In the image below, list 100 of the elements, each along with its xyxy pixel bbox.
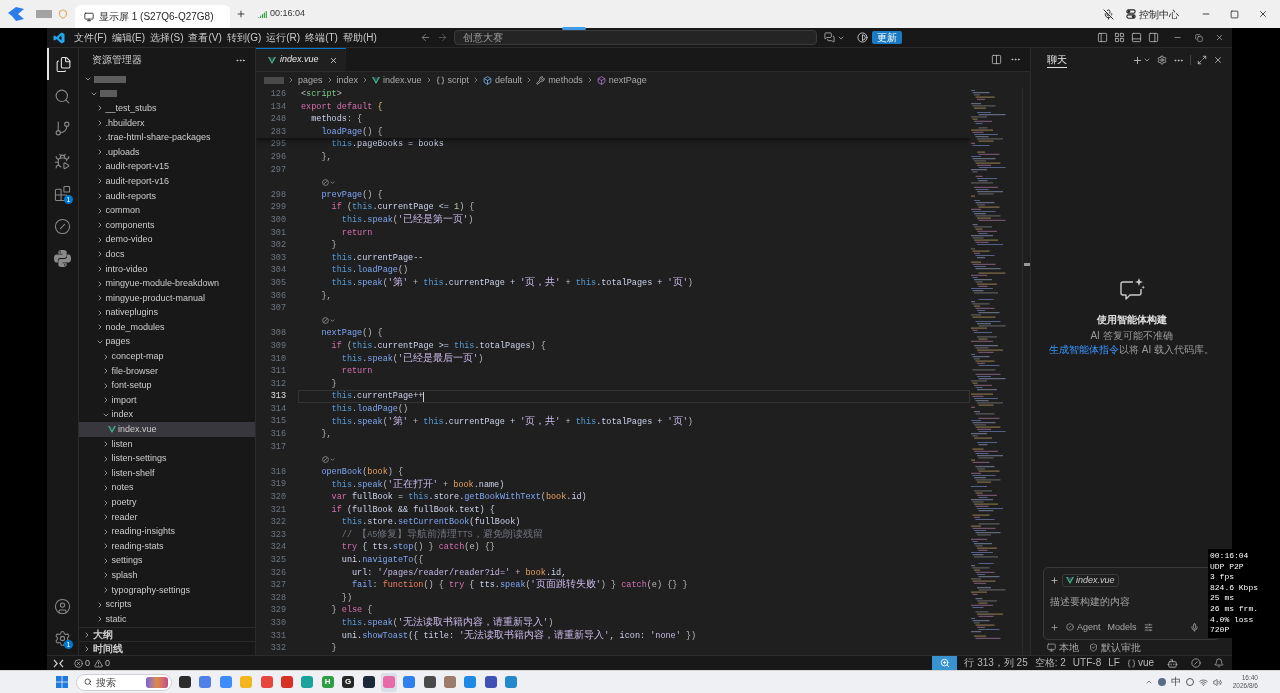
breadcrumb-item[interactable]: pages <box>298 75 323 85</box>
local-mode-button[interactable]: 本地 <box>1047 642 1079 653</box>
split-editor-icon[interactable] <box>991 54 1002 65</box>
approval-button[interactable]: 默认审批 <box>1089 642 1141 653</box>
chevron-up-icon[interactable] <box>1144 678 1153 686</box>
app-logo-icon[interactable] <box>8 7 24 21</box>
language-mode-button[interactable]: vue <box>1126 658 1154 668</box>
folder-item[interactable]: node_modules <box>79 320 255 335</box>
problems-button[interactable]: 0 0 <box>74 658 111 668</box>
breadcrumb-item[interactable]: index <box>336 75 359 85</box>
bell-icon[interactable] <box>1214 658 1224 668</box>
status-item[interactable]: 行 313，列 25 <box>964 658 1028 668</box>
plus-icon[interactable] <box>236 9 246 19</box>
folder-item[interactable]: concept-map <box>79 349 255 364</box>
folder-item[interactable]: intro-video <box>79 261 255 277</box>
folder-item[interactable]: index <box>79 407 255 423</box>
breadcrumb-item[interactable]: nextPage <box>596 75 647 85</box>
editor-tab[interactable]: index.vue <box>256 48 346 71</box>
close-icon[interactable] <box>1258 9 1268 19</box>
folder-item[interactable]: mingyue-product-manual <box>79 290 255 306</box>
forward-arrow-icon[interactable] <box>437 32 448 43</box>
agent-mode-button[interactable]: Agent <box>1066 622 1101 632</box>
folder-item[interactable]: reader <box>79 509 255 525</box>
folder-item[interactable]: .trae-html-share-packages <box>79 130 255 145</box>
menu-item[interactable]: 选择(S) <box>149 32 185 43</box>
plus-icon[interactable] <box>1132 54 1143 66</box>
folder-item[interactable]: audit-report-v16 <box>79 174 255 189</box>
update-button[interactable]: 更新 <box>872 31 902 44</box>
close-icon[interactable] <box>1213 55 1223 65</box>
panel-right-icon[interactable] <box>1148 32 1159 43</box>
menu-item[interactable]: 帮助(H) <box>341 32 378 43</box>
input-method-indicator[interactable]: 中 <box>1170 677 1181 687</box>
folder-item[interactable]: scripts <box>79 597 255 612</box>
close-icon[interactable] <box>1215 33 1224 42</box>
tray-app-icon[interactable] <box>1157 678 1166 686</box>
remote-tab[interactable]: 显示屏 1 (S27Q6-Q27G8) <box>75 5 230 28</box>
status-item[interactable]: UTF-8 <box>1072 658 1102 668</box>
folder-item[interactable]: font-setup <box>79 378 255 394</box>
attachment-chip[interactable]: index.vue <box>1062 573 1119 587</box>
breadcrumb-item[interactable]: default <box>483 75 523 85</box>
breadcrumb-item[interactable]: script <box>435 75 470 85</box>
status-item[interactable]: 空格: 2 <box>1034 658 1066 668</box>
codelens-icon[interactable] <box>322 317 336 325</box>
sliders-icon[interactable] <box>1143 622 1153 632</box>
contrast-icon[interactable] <box>857 32 868 43</box>
search-input[interactable]: 搜索 <box>96 674 120 690</box>
folder-item[interactable]: listen <box>79 436 255 452</box>
command-center[interactable]: 创意大赛 <box>454 30 817 45</box>
folder-item[interactable]: listen-shelf <box>79 466 255 481</box>
remote-icon[interactable] <box>53 658 64 668</box>
folder-item[interactable]: .hbuilderx <box>79 115 255 131</box>
restore-icon[interactable] <box>1195 33 1203 42</box>
menu-item[interactable]: 终端(T) <box>304 32 339 43</box>
folder-item[interactable]: typography-settings <box>79 582 255 598</box>
status-item[interactable]: LF <box>1108 658 1120 668</box>
control-center-button[interactable]: 控制中心 <box>1126 6 1179 22</box>
instructions-link[interactable]: 生成智能体指令 <box>1049 343 1119 355</box>
codelens-icon[interactable] <box>322 456 336 463</box>
panel-left-icon[interactable] <box>1097 32 1108 43</box>
folder-item[interactable]: poetry <box>79 495 255 510</box>
taskbar-app[interactable]: G <box>340 672 357 692</box>
file-item[interactable]: index.vue <box>79 422 255 437</box>
chat-icon[interactable] <box>824 32 835 43</box>
settings-icon[interactable] <box>1157 55 1167 65</box>
maximize-icon[interactable] <box>1197 55 1207 65</box>
folder-item[interactable]: audit-report-v15 <box>79 159 255 175</box>
folder-item[interactable]: .uploads <box>79 144 255 160</box>
folder-item[interactable]: components <box>79 217 255 233</box>
folder-item[interactable]: docs <box>79 247 255 262</box>
folder-item[interactable]: demo-video <box>79 232 255 248</box>
breadcrumb-item[interactable]: index.vue <box>372 75 422 85</box>
layout-grid-icon[interactable] <box>1114 32 1125 43</box>
folder-item[interactable]: nativeplugins <box>79 305 255 321</box>
menu-item[interactable]: 编辑(E) <box>110 32 147 43</box>
folder-item[interactable]: static <box>79 611 255 627</box>
toolbar-handle[interactable] <box>562 27 586 30</box>
speaker-icon[interactable] <box>1212 677 1222 687</box>
breadcrumb-item[interactable]: methods <box>536 75 583 85</box>
zoom-button[interactable] <box>932 656 958 670</box>
section-header[interactable]: 大纲 <box>79 627 255 641</box>
app-logo-icon[interactable] <box>53 31 65 44</box>
folder-item[interactable]: file-browser <box>79 363 255 379</box>
panel-bottom-icon[interactable] <box>1131 32 1142 43</box>
folder-item[interactable]: common <box>79 203 255 218</box>
mic-icon[interactable] <box>1190 622 1199 632</box>
codelens-icon[interactable] <box>322 178 336 186</box>
close-icon[interactable] <box>328 55 338 65</box>
wifi-icon[interactable] <box>1198 677 1208 687</box>
models-button[interactable]: Models <box>1107 622 1137 632</box>
folder-item[interactable]: import <box>79 393 255 408</box>
bot-icon[interactable] <box>1167 657 1178 669</box>
snake-logo-icon[interactable] <box>54 250 71 268</box>
taskbar-search-bar[interactable]: 搜索 <box>76 673 172 691</box>
folder-item[interactable]: splash <box>79 568 255 583</box>
folder-item[interactable]: pages <box>79 334 255 350</box>
folder-item[interactable]: settings <box>79 553 255 569</box>
circle-slash-icon[interactable] <box>1191 658 1201 668</box>
message-input[interactable]: 描述要构建的内容 <box>1050 592 1190 610</box>
menu-item[interactable]: 运行(R) <box>265 32 302 43</box>
menu-item[interactable]: 文件(F) <box>73 32 108 43</box>
